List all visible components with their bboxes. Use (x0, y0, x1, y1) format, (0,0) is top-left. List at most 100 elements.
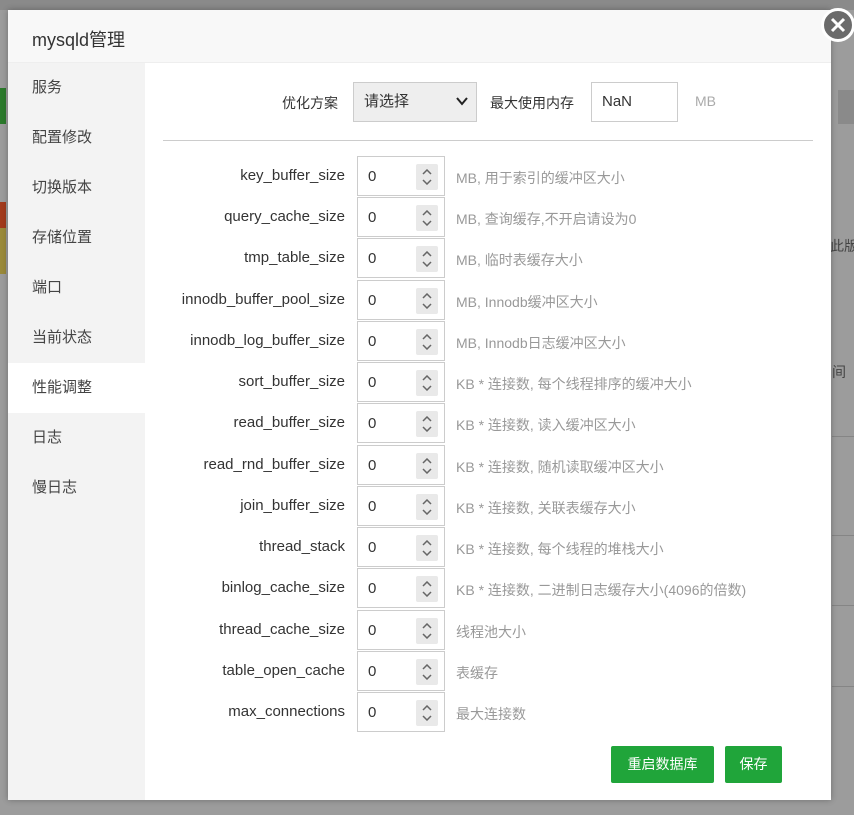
param-row-innodb-log-buffer-size: innodb_log_buffer_size 0 MB, Innodb日志缓冲区大小 (145, 321, 831, 361)
chevron-down-icon[interactable] (422, 261, 432, 267)
sidebar-item-service[interactable]: 服务 (8, 63, 145, 113)
restart-database-button[interactable]: 重启数据库 (611, 746, 714, 783)
chevron-down-icon[interactable] (422, 179, 432, 185)
param-label: query_cache_size (224, 208, 345, 225)
param-description: KB * 连接数, 每个线程排序的缓冲大小 (456, 376, 692, 392)
param-number-input[interactable]: 0 (357, 692, 445, 732)
background-yellow-block (0, 228, 6, 274)
param-label: sort_buffer_size (238, 373, 345, 390)
sidebar-item-switch-version[interactable]: 切换版本 (8, 163, 145, 213)
param-number-input[interactable]: 0 (357, 610, 445, 650)
close-icon[interactable] (821, 8, 854, 42)
param-value: 0 (368, 580, 377, 597)
sidebar-item-storage[interactable]: 存储位置 (8, 213, 145, 263)
spinner[interactable] (416, 494, 438, 520)
param-number-input[interactable]: 0 (357, 321, 445, 361)
spinner[interactable] (416, 288, 438, 314)
param-number-input[interactable]: 0 (357, 156, 445, 196)
chevron-down-icon (456, 83, 468, 136)
param-row-query-cache-size: query_cache_size 0 MB, 查询缓存,不开启请设为0 (145, 197, 831, 237)
spinner[interactable] (416, 453, 438, 479)
modal-title: mysqld管理 (32, 30, 126, 50)
sidebar-item-status[interactable]: 当前状态 (8, 313, 145, 363)
spinner[interactable] (416, 535, 438, 561)
background-right-box (838, 90, 854, 124)
spinner[interactable] (416, 246, 438, 272)
chevron-up-icon[interactable] (422, 293, 432, 299)
spinner[interactable] (416, 700, 438, 726)
param-description: 最大连接数 (456, 706, 526, 722)
chevron-up-icon[interactable] (422, 581, 432, 587)
chevron-up-icon[interactable] (422, 499, 432, 505)
background-divider (832, 605, 854, 606)
chevron-down-icon[interactable] (422, 591, 432, 597)
chevron-down-icon[interactable] (422, 344, 432, 350)
chevron-down-icon[interactable] (422, 633, 432, 639)
param-row-thread-cache-size: thread_cache_size 0 线程池大小 (145, 610, 831, 650)
max-memory-input[interactable]: NaN (591, 82, 678, 122)
sidebar-item-port[interactable]: 端口 (8, 263, 145, 313)
chevron-up-icon[interactable] (422, 334, 432, 340)
chevron-down-icon[interactable] (422, 550, 432, 556)
chevron-up-icon[interactable] (422, 416, 432, 422)
chevron-down-icon[interactable] (422, 426, 432, 432)
param-description: KB * 连接数, 读入缓冲区大小 (456, 417, 636, 433)
param-value: 0 (368, 498, 377, 515)
param-value: 0 (368, 374, 377, 391)
spinner[interactable] (416, 659, 438, 685)
spinner[interactable] (416, 205, 438, 231)
spinner[interactable] (416, 618, 438, 644)
sidebar-item-slow-log[interactable]: 慢日志 (8, 463, 145, 513)
param-description: MB, 查询缓存,不开启请设为0 (456, 211, 637, 227)
chevron-up-icon[interactable] (422, 169, 432, 175)
performance-panel: 优化方案 请选择 最大使用内存 NaN MB key_buffer_size 0 M… (145, 63, 831, 800)
max-memory-label: 最大使用内存 (490, 95, 574, 111)
param-number-input[interactable]: 0 (357, 568, 445, 608)
chevron-up-icon[interactable] (422, 375, 432, 381)
background-text-1: 此版本 (830, 238, 854, 254)
spinner[interactable] (416, 370, 438, 396)
param-number-input[interactable]: 0 (357, 362, 445, 402)
spinner[interactable] (416, 329, 438, 355)
param-number-input[interactable]: 0 (357, 651, 445, 691)
spinner[interactable] (416, 411, 438, 437)
param-number-input[interactable]: 0 (357, 445, 445, 485)
chevron-down-icon[interactable] (422, 509, 432, 515)
sidebar-item-performance[interactable]: 性能调整 (8, 363, 145, 413)
spinner[interactable] (416, 164, 438, 190)
chevron-down-icon[interactable] (422, 674, 432, 680)
param-number-input[interactable]: 0 (357, 486, 445, 526)
chevron-up-icon[interactable] (422, 540, 432, 546)
sidebar-item-log[interactable]: 日志 (8, 413, 145, 463)
chevron-up-icon[interactable] (422, 210, 432, 216)
param-number-input[interactable]: 0 (357, 197, 445, 237)
param-row-tmp-table-size: tmp_table_size 0 MB, 临时表缓存大小 (145, 238, 831, 278)
chevron-down-icon[interactable] (422, 468, 432, 474)
chevron-down-icon[interactable] (422, 715, 432, 721)
chevron-up-icon[interactable] (422, 705, 432, 711)
chevron-up-icon[interactable] (422, 664, 432, 670)
max-memory-unit: MB (695, 93, 716, 109)
sidebar-item-config[interactable]: 配置修改 (8, 113, 145, 163)
param-label: table_open_cache (222, 662, 345, 679)
mysqld-modal: mysqld管理 服务 配置修改 切换版本 存储位置 端口 当前状态 性能调整 … (8, 8, 854, 800)
chevron-up-icon[interactable] (422, 251, 432, 257)
spinner[interactable] (416, 576, 438, 602)
background-green-block (0, 88, 6, 124)
chevron-down-icon[interactable] (422, 303, 432, 309)
scheme-select[interactable]: 请选择 (353, 82, 477, 122)
chevron-up-icon[interactable] (422, 458, 432, 464)
param-number-input[interactable]: 0 (357, 280, 445, 320)
param-number-input[interactable]: 0 (357, 527, 445, 567)
chevron-down-icon[interactable] (422, 220, 432, 226)
param-description: KB * 连接数, 二进制日志缓存大小(4096的倍数) (456, 582, 747, 598)
param-number-input[interactable]: 0 (357, 238, 445, 278)
param-label: join_buffer_size (240, 497, 345, 514)
chevron-down-icon[interactable] (422, 385, 432, 391)
param-description: KB * 连接数, 关联表缓存大小 (456, 500, 636, 516)
save-button[interactable]: 保存 (725, 746, 782, 783)
param-description: KB * 连接数, 每个线程的堆栈大小 (456, 541, 664, 557)
param-label: read_rnd_buffer_size (203, 456, 346, 473)
param-number-input[interactable]: 0 (357, 403, 445, 443)
chevron-up-icon[interactable] (422, 623, 432, 629)
